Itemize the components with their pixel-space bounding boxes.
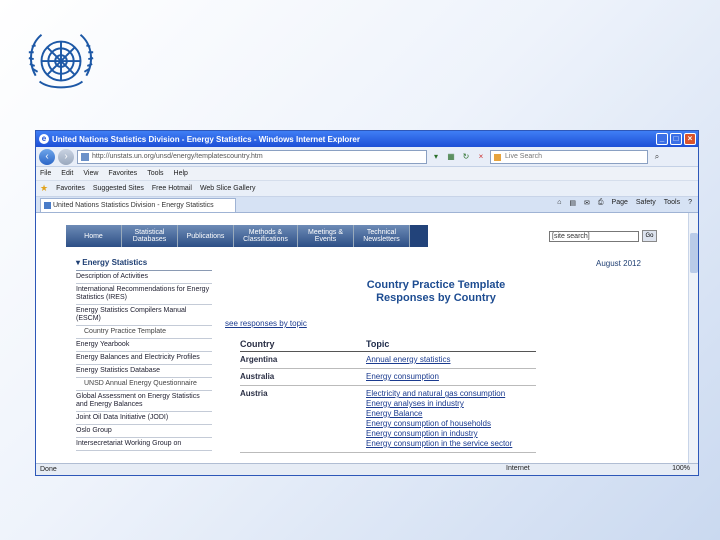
- menu-edit[interactable]: Edit: [61, 170, 73, 177]
- sidebar-item[interactable]: Country Practice Template: [76, 326, 212, 339]
- country-header: Country: [240, 339, 275, 349]
- country-cell: Australia: [240, 372, 275, 381]
- nav-meetings-events[interactable]: Meetings & Events: [298, 225, 354, 247]
- title-bar: e United Nations Statistics Division - E…: [36, 131, 698, 147]
- topic-link[interactable]: Energy consumption in the service sector: [366, 439, 536, 449]
- sidebar-item[interactable]: Joint Oil Data Initiative (JODI): [76, 412, 212, 425]
- sidebar-item[interactable]: Energy Statistics Database: [76, 365, 212, 378]
- favorites-bar: ★ Favorites Suggested Sites Free Hotmail…: [36, 181, 698, 197]
- favorites-button[interactable]: Favorites: [56, 185, 85, 192]
- menu-bar: File Edit View Favorites Tools Help: [36, 167, 698, 181]
- hotmail-link[interactable]: Free Hotmail: [152, 185, 192, 192]
- home-icon[interactable]: ⌂: [557, 199, 561, 207]
- maximize-button[interactable]: □: [670, 133, 682, 145]
- table-row: Argentina Annual energy statistics: [240, 352, 536, 369]
- nav-publications[interactable]: Publications: [178, 225, 234, 247]
- feeds-icon[interactable]: ▤: [569, 199, 576, 207]
- forward-icon[interactable]: ›: [58, 148, 74, 165]
- browser-window: e United Nations Statistics Division - E…: [35, 130, 699, 476]
- country-cell: Argentina: [240, 355, 278, 364]
- table-row: Austria Electricity and natural gas consu…: [240, 386, 536, 453]
- tab-energy-statistics[interactable]: United Nations Statistics Division - Ene…: [40, 198, 236, 212]
- address-bar[interactable]: http://unstats.un.org/unsd/energy/templa…: [77, 149, 427, 164]
- star-icon: ★: [40, 183, 49, 193]
- status-text: Done: [40, 466, 57, 473]
- print-icon[interactable]: ⎙: [598, 199, 604, 207]
- sidebar-item[interactable]: Oslo Group: [76, 425, 212, 438]
- topic-header: Topic: [366, 339, 390, 349]
- sidebar-item[interactable]: Energy Statistics Compilers Manual (ESCM…: [76, 305, 212, 326]
- suggested-sites-link[interactable]: Suggested Sites: [93, 185, 144, 192]
- site-search-input[interactable]: [site search]: [549, 231, 639, 242]
- sidebar-item[interactable]: Energy Balances and Electricity Profiles: [76, 352, 212, 365]
- un-emblem: [28, 33, 94, 89]
- safety-menu[interactable]: Safety: [636, 199, 656, 207]
- window-title: United Nations Statistics Division - Ene…: [52, 134, 360, 144]
- sidebar-heading[interactable]: ▾ Energy Statistics: [76, 257, 212, 271]
- nav-statistical-databases[interactable]: Statistical Databases: [122, 225, 178, 247]
- internet-zone: Internet: [506, 465, 530, 472]
- address-row: ‹ › http://unstats.un.org/unsd/energy/te…: [36, 147, 698, 167]
- topic-link[interactable]: Energy consumption of households: [366, 419, 536, 429]
- menu-favorites[interactable]: Favorites: [108, 170, 137, 177]
- sidebar-item[interactable]: Energy Yearbook: [76, 339, 212, 352]
- table-header: Country Topic: [240, 337, 536, 352]
- scroll-thumb[interactable]: [690, 233, 698, 273]
- topic-link[interactable]: Energy consumption: [366, 372, 536, 382]
- topic-link[interactable]: Electricity and natural gas consumption: [366, 389, 536, 399]
- topic-link[interactable]: Energy consumption in industry: [366, 429, 536, 439]
- table-row: Australia Energy consumption: [240, 369, 536, 386]
- page-menu[interactable]: Page: [612, 199, 628, 207]
- minimize-button[interactable]: _: [656, 133, 668, 145]
- refresh-icon[interactable]: ↻: [460, 151, 472, 163]
- dropdown-icon[interactable]: ▾: [430, 151, 442, 163]
- sidebar-item[interactable]: UNSD Annual Energy Questionnaire: [76, 378, 212, 391]
- nav-methods-classifications[interactable]: Methods & Classifications: [234, 225, 298, 247]
- nav-technical-newsletters[interactable]: Technical Newsletters: [354, 225, 410, 247]
- back-icon[interactable]: ‹: [39, 148, 55, 165]
- country-cell: Austria: [240, 389, 268, 398]
- vertical-scrollbar[interactable]: [688, 213, 698, 465]
- web-slice-gallery-link[interactable]: Web Slice Gallery: [200, 185, 256, 192]
- sidebar-item[interactable]: Global Assessment on Energy Statistics a…: [76, 391, 212, 412]
- compatibility-icon[interactable]: ▦: [445, 151, 457, 163]
- page-date: August 2012: [596, 259, 641, 268]
- menu-help[interactable]: Help: [174, 170, 188, 177]
- status-bar: Done Internet 100%: [36, 463, 698, 475]
- sidebar-item[interactable]: International Recommendations for Energy…: [76, 284, 212, 305]
- search-input[interactable]: Live Search: [490, 149, 648, 164]
- topic-link[interactable]: Annual energy statistics: [366, 355, 536, 365]
- menu-view[interactable]: View: [83, 170, 98, 177]
- close-button[interactable]: ×: [684, 133, 696, 145]
- topic-link[interactable]: Energy analyses in industry: [366, 399, 536, 409]
- menu-tools[interactable]: Tools: [147, 170, 163, 177]
- search-icon[interactable]: ⌕: [651, 151, 663, 163]
- ie-icon: e: [39, 134, 49, 144]
- sidebar: ▾ Energy Statistics Description of Activ…: [76, 257, 212, 451]
- page-content: Home Statistical Databases Publications …: [36, 213, 690, 465]
- mail-icon[interactable]: ✉: [584, 199, 590, 207]
- sidebar-item[interactable]: Intersecretariat Working Group on: [76, 438, 212, 451]
- menu-file[interactable]: File: [40, 170, 51, 177]
- help-icon[interactable]: ?: [688, 199, 692, 207]
- tab-row: United Nations Statistics Division - Ene…: [36, 197, 698, 213]
- site-search-go-button[interactable]: Go: [642, 230, 657, 242]
- sidebar-item[interactable]: Description of Activities: [76, 271, 212, 284]
- command-bar: ⌂ ▤ ✉ ⎙ Page Safety Tools ?: [557, 199, 692, 207]
- nav-home[interactable]: Home: [66, 225, 122, 247]
- stop-icon[interactable]: ×: [475, 151, 487, 163]
- see-responses-by-topic-link[interactable]: see responses by topic: [225, 319, 307, 328]
- site-nav: Home Statistical Databases Publications …: [66, 225, 428, 247]
- topic-link[interactable]: Energy Balance: [366, 409, 536, 419]
- country-table: Country Topic Argentina Annual energy sta…: [240, 337, 536, 453]
- tools-menu[interactable]: Tools: [664, 199, 680, 207]
- page-title: Country Practice Template Responses by C…: [366, 279, 506, 304]
- zoom-level[interactable]: 100%: [672, 465, 690, 472]
